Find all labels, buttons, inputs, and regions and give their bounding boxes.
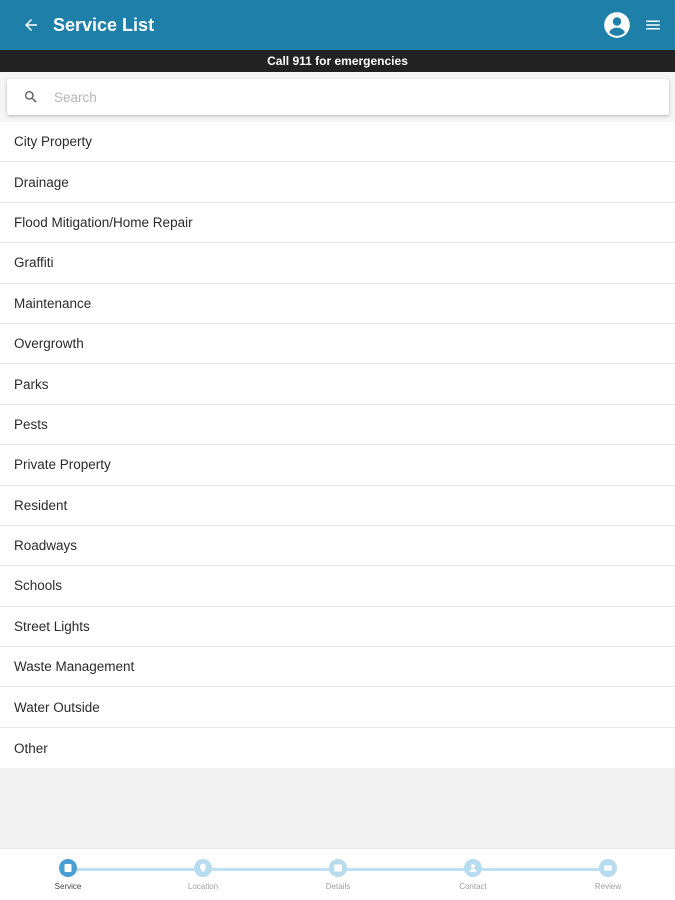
location-pin-icon [194, 859, 212, 877]
service-item-waste-management[interactable]: Waste Management [0, 647, 675, 688]
service-item-resident[interactable]: Resident [0, 486, 675, 526]
search-input[interactable] [54, 89, 634, 105]
step-label: Service [54, 882, 82, 891]
page-title: Service List [53, 14, 155, 35]
review-icon [599, 859, 617, 877]
service-item-parks[interactable]: Parks [0, 364, 675, 405]
details-icon [329, 859, 347, 877]
hamburger-menu-icon [646, 20, 660, 30]
step-review[interactable]: Review [573, 859, 643, 891]
app-bar: Service List [0, 0, 675, 50]
step-service[interactable]: Service [33, 859, 103, 891]
service-item-schools[interactable]: Schools [0, 566, 675, 607]
step-label: Details [325, 882, 351, 891]
service-item-city-property[interactable]: City Property [0, 122, 675, 163]
step-details[interactable]: Details [303, 859, 373, 891]
step-label: Contact [459, 882, 487, 891]
service-list: City Property Drainage Flood Mitigation/… [0, 122, 675, 769]
service-item-other[interactable]: Other [0, 728, 675, 768]
step-progress-nav: Service Location Details Contact Review [0, 848, 675, 900]
service-item-drainage[interactable]: Drainage [0, 162, 675, 203]
search-bar[interactable] [7, 79, 669, 115]
arrow-back-icon [25, 19, 37, 31]
back-button[interactable] [16, 10, 46, 40]
step-contact[interactable]: Contact [438, 859, 508, 891]
search-icon [25, 91, 37, 103]
service-item-street-lights[interactable]: Street Lights [0, 607, 675, 648]
menu-button[interactable] [638, 10, 668, 40]
step-label: Review [594, 882, 622, 891]
step-location[interactable]: Location [168, 859, 238, 891]
account-button[interactable] [602, 10, 632, 40]
service-item-roadways[interactable]: Roadways [0, 526, 675, 567]
service-item-maintenance[interactable]: Maintenance [0, 284, 675, 324]
step-label: Location [187, 882, 219, 891]
service-item-water-outside[interactable]: Water Outside [0, 687, 675, 728]
search-area [0, 72, 675, 122]
service-item-private-property[interactable]: Private Property [0, 445, 675, 486]
service-item-graffiti[interactable]: Graffiti [0, 243, 675, 284]
contact-person-icon [464, 859, 482, 877]
service-item-overgrowth[interactable]: Overgrowth [0, 324, 675, 365]
emergency-banner: Call 911 for emergencies [0, 50, 675, 72]
service-icon [59, 859, 77, 877]
service-item-flood-mitigation[interactable]: Flood Mitigation/Home Repair [0, 203, 675, 244]
service-item-pests[interactable]: Pests [0, 405, 675, 446]
account-circle-icon [604, 12, 630, 38]
